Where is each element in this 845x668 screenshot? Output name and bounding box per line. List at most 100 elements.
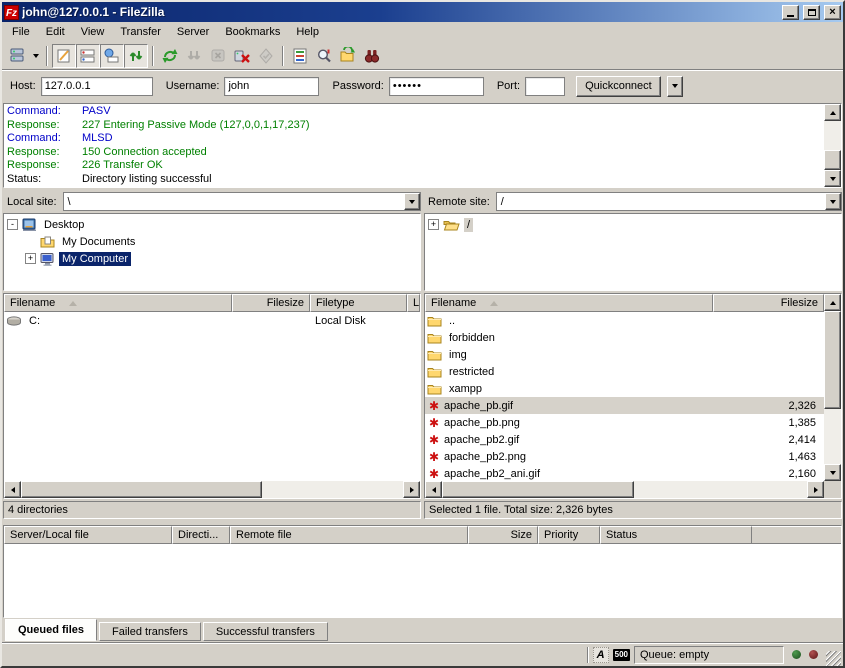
quickconnect-button[interactable]: Quickconnect bbox=[576, 76, 661, 97]
remote-row[interactable]: ✱apache_pb2_ani.gif 2,160 bbox=[425, 465, 824, 481]
speed-limits-icon[interactable]: 500 bbox=[613, 649, 630, 661]
remote-row-selected[interactable]: ✱apache_pb.gif 2,326 bbox=[425, 397, 824, 414]
site-manager-button[interactable] bbox=[5, 44, 29, 68]
quickconnect-dropdown[interactable] bbox=[667, 76, 683, 97]
disconnect-button[interactable] bbox=[230, 44, 254, 68]
scroll-thumb[interactable] bbox=[442, 481, 634, 498]
titlebar: Fz john@127.0.0.1 - FileZilla × bbox=[2, 2, 843, 22]
toggle-transfer-queue-button[interactable] bbox=[124, 44, 148, 68]
column-priority[interactable]: Priority bbox=[538, 526, 600, 544]
tree-item-my-documents[interactable]: My Documents bbox=[5, 233, 419, 250]
tree-item-root[interactable]: + / bbox=[426, 216, 840, 233]
close-button[interactable]: × bbox=[824, 5, 841, 20]
scroll-thumb[interactable] bbox=[21, 481, 262, 498]
remote-site-combo[interactable]: / bbox=[496, 192, 842, 211]
menu-transfer[interactable]: Transfer bbox=[112, 24, 169, 40]
queue-list-area[interactable] bbox=[4, 544, 841, 617]
minimize-button[interactable] bbox=[782, 5, 799, 20]
filter-button[interactable] bbox=[288, 44, 312, 68]
scroll-track[interactable] bbox=[634, 481, 807, 498]
column-filesize[interactable]: Filesize bbox=[232, 294, 310, 312]
column-filename[interactable]: Filename bbox=[425, 294, 713, 312]
toggle-message-log-button[interactable] bbox=[52, 44, 76, 68]
menu-help[interactable]: Help bbox=[288, 24, 327, 40]
toolbar-separator bbox=[152, 46, 154, 66]
scroll-up-button[interactable] bbox=[824, 104, 841, 121]
process-queue-button[interactable] bbox=[182, 44, 206, 68]
local-file-row[interactable]: C: Local Disk bbox=[4, 312, 420, 329]
host-input[interactable] bbox=[41, 77, 153, 96]
local-site-combo[interactable]: \ bbox=[63, 192, 421, 211]
scroll-right-button[interactable] bbox=[403, 481, 420, 498]
tab-failed-transfers[interactable]: Failed transfers bbox=[99, 622, 201, 641]
column-server-local-file[interactable]: Server/Local file bbox=[4, 526, 172, 544]
cancel-button[interactable] bbox=[206, 44, 230, 68]
remote-pane: Remote site: / + / Filename Fil bbox=[424, 191, 842, 519]
remote-row[interactable]: restricted bbox=[425, 363, 824, 380]
remote-site-dropdown[interactable] bbox=[825, 193, 841, 210]
scroll-down-button[interactable] bbox=[824, 464, 841, 481]
scroll-up-button[interactable] bbox=[824, 294, 841, 311]
toggle-local-tree-button[interactable] bbox=[76, 44, 100, 68]
tab-successful-transfers[interactable]: Successful transfers bbox=[203, 622, 328, 641]
menu-file[interactable]: File bbox=[4, 24, 38, 40]
triangle-right-icon bbox=[410, 487, 414, 493]
menu-edit[interactable]: Edit bbox=[38, 24, 73, 40]
column-status[interactable]: Status bbox=[600, 526, 752, 544]
scroll-thumb[interactable] bbox=[824, 150, 841, 170]
local-hscrollbar[interactable] bbox=[4, 481, 420, 498]
expand-icon[interactable]: + bbox=[25, 253, 36, 264]
column-last-modified[interactable]: L bbox=[407, 294, 420, 312]
column-filesize[interactable]: Filesize bbox=[713, 294, 824, 312]
remote-list-area[interactable]: .. forbidden img restricted bbox=[425, 312, 824, 481]
local-site-dropdown[interactable] bbox=[404, 193, 420, 210]
remote-hscrollbar[interactable] bbox=[425, 481, 824, 498]
scroll-track[interactable] bbox=[824, 409, 841, 464]
scroll-down-button[interactable] bbox=[824, 170, 841, 187]
scroll-left-button[interactable] bbox=[425, 481, 442, 498]
scroll-thumb[interactable] bbox=[824, 311, 841, 409]
scroll-track[interactable] bbox=[824, 121, 841, 150]
column-filetype[interactable]: Filetype bbox=[310, 294, 407, 312]
menu-server[interactable]: Server bbox=[169, 24, 217, 40]
port-input[interactable] bbox=[525, 77, 565, 96]
site-manager-dropdown[interactable] bbox=[29, 44, 42, 68]
remote-row[interactable]: ✱apache_pb2.png 1,463 bbox=[425, 448, 824, 465]
remote-vscrollbar[interactable] bbox=[824, 294, 841, 481]
scroll-left-button[interactable] bbox=[4, 481, 21, 498]
tree-item-my-computer[interactable]: + My Computer bbox=[5, 250, 419, 267]
log-scrollbar[interactable] bbox=[824, 104, 841, 187]
remote-row[interactable]: img bbox=[425, 346, 824, 363]
collapse-icon[interactable]: - bbox=[7, 219, 18, 230]
refresh-button[interactable] bbox=[158, 44, 182, 68]
reconnect-button[interactable] bbox=[254, 44, 278, 68]
remote-row[interactable]: ✱apache_pb2.gif 2,414 bbox=[425, 431, 824, 448]
password-input[interactable] bbox=[389, 77, 484, 96]
remote-row[interactable]: xampp bbox=[425, 380, 824, 397]
remote-row[interactable]: .. bbox=[425, 312, 824, 329]
local-list-area[interactable]: C: Local Disk bbox=[4, 312, 420, 481]
scroll-right-button[interactable] bbox=[807, 481, 824, 498]
transfer-type-indicator-icon[interactable]: A bbox=[593, 647, 609, 663]
column-remote-file[interactable]: Remote file bbox=[230, 526, 468, 544]
menu-view[interactable]: View bbox=[73, 24, 113, 40]
remote-row[interactable]: forbidden bbox=[425, 329, 824, 346]
chevron-down-icon bbox=[672, 84, 678, 88]
triangle-up-icon bbox=[830, 301, 836, 305]
resize-grip[interactable] bbox=[826, 651, 841, 666]
column-filename[interactable]: Filename bbox=[4, 294, 232, 312]
scroll-track[interactable] bbox=[262, 481, 403, 498]
tree-item-desktop[interactable]: - Desktop bbox=[5, 216, 419, 233]
synchronized-browsing-button[interactable] bbox=[336, 44, 360, 68]
column-size[interactable]: Size bbox=[468, 526, 538, 544]
search-button[interactable] bbox=[312, 44, 336, 68]
maximize-button[interactable] bbox=[803, 5, 820, 20]
directory-comparison-button[interactable] bbox=[360, 44, 384, 68]
toggle-remote-tree-button[interactable] bbox=[100, 44, 124, 68]
menu-bookmarks[interactable]: Bookmarks bbox=[217, 24, 288, 40]
expand-icon[interactable]: + bbox=[428, 219, 439, 230]
column-direction[interactable]: Directi... bbox=[172, 526, 230, 544]
tab-queued-files[interactable]: Queued files bbox=[5, 619, 97, 641]
username-input[interactable] bbox=[224, 77, 319, 96]
remote-row[interactable]: ✱apache_pb.png 1,385 bbox=[425, 414, 824, 431]
